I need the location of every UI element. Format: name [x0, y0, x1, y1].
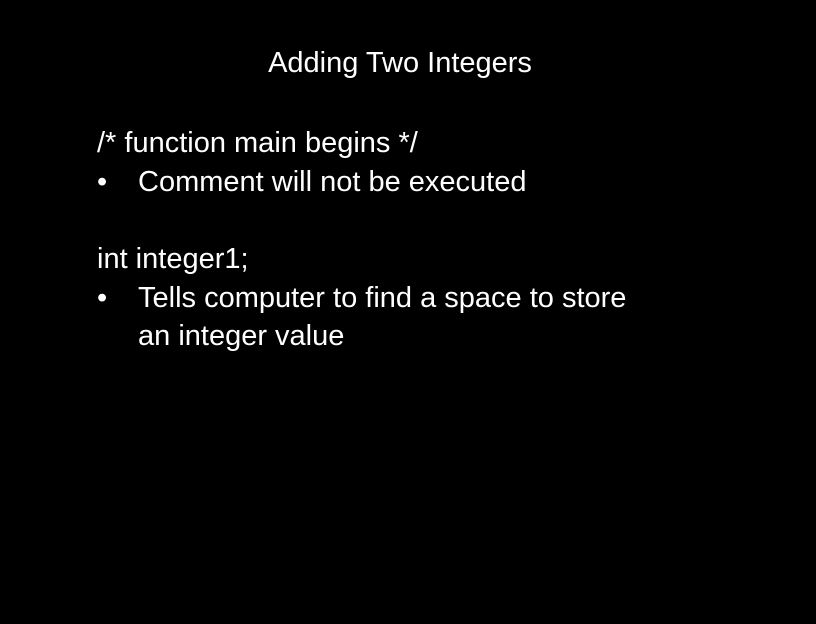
bullet-item-comment: • Comment will not be executed — [97, 163, 777, 201]
code-line-declaration: int integer1; — [97, 243, 249, 275]
slide: Adding Two Integers /* function main beg… — [0, 0, 816, 624]
bullet-item-declaration: • Tells computer to find a space to stor… — [97, 279, 777, 355]
bullet-icon: • — [97, 282, 108, 314]
code-line-comment: /* function main begins */ — [97, 127, 418, 159]
bullet-text-declaration: Tells computer to find a space to store … — [138, 282, 627, 352]
bullet-icon: • — [97, 166, 108, 198]
slide-title: Adding Two Integers — [268, 47, 532, 79]
slide-body: /* function main begins */ • Comment wil… — [97, 124, 777, 355]
bullet-text-comment: Comment will not be executed — [138, 166, 527, 198]
